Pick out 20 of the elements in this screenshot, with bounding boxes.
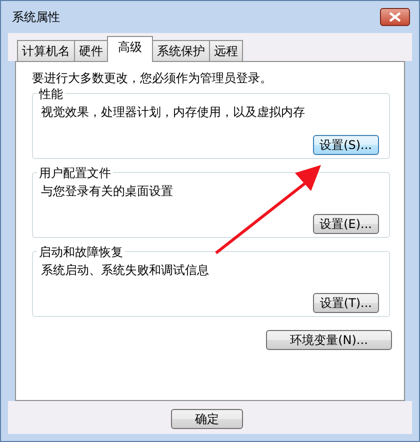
group-description: 与您登录有关的桌面设置	[41, 183, 174, 200]
settings-button[interactable]: 设置(T)...	[312, 293, 379, 313]
tab[interactable]: 系统保护	[152, 40, 210, 61]
group-title: 用户配置文件	[37, 165, 113, 182]
tab[interactable]: 计算机名	[17, 40, 75, 61]
window-title: 系统属性	[12, 8, 60, 26]
group-title: 性能	[37, 86, 65, 103]
tab[interactable]: 高级	[107, 36, 153, 62]
notice-text: 要进行大多数更改，您必须作为管理员登录。	[32, 70, 273, 87]
tab[interactable]: 远程	[209, 40, 243, 61]
ok-button[interactable]: 确定	[171, 409, 243, 429]
group-description: 系统启动、系统失败和调试信息	[41, 262, 210, 279]
tab[interactable]: 硬件	[74, 40, 108, 61]
group-title: 启动和故障恢复	[37, 244, 125, 261]
close-button[interactable]	[380, 8, 410, 26]
settings-button[interactable]: 设置(E)...	[312, 214, 379, 234]
settings-button[interactable]: 设置(S)...	[312, 135, 379, 155]
environment-variables-button[interactable]: 环境变量(N)...	[266, 330, 392, 350]
close-icon	[389, 12, 401, 22]
group-description: 视觉效果，处理器计划，内存使用，以及虚拟内存	[41, 104, 306, 121]
